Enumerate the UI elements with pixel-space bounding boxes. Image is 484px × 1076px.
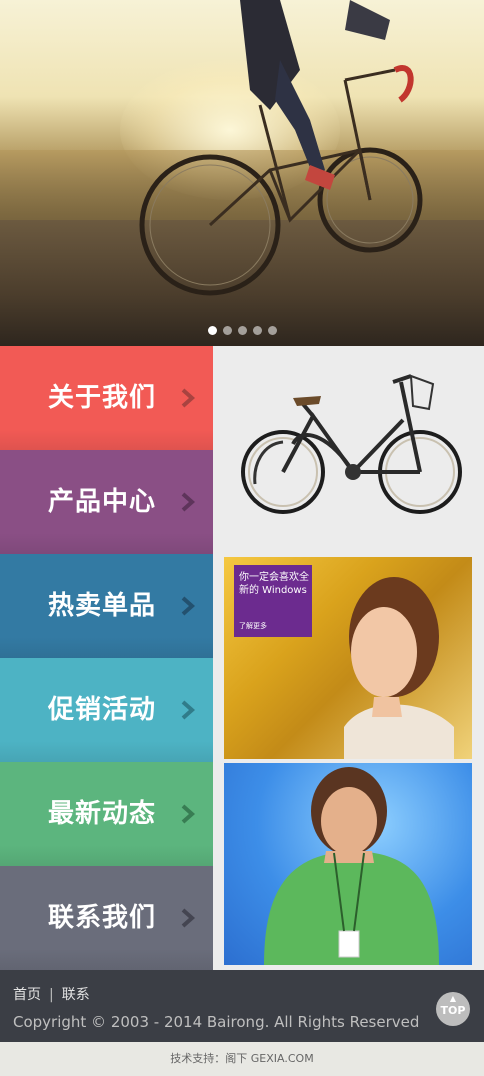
footer-separator: | <box>49 987 54 1003</box>
chevron-right-icon <box>181 700 196 720</box>
menu-item-news[interactable]: 最新动态 <box>0 762 213 866</box>
footer-link-contact[interactable]: 联系 <box>62 987 90 1003</box>
hero-cyclist-image <box>139 0 423 296</box>
copyright-text: Copyright © 2003 - 2014 Bairong. All Rig… <box>13 1013 420 1031</box>
chevron-right-icon <box>181 804 196 824</box>
chevron-right-icon <box>181 388 196 408</box>
menu-item-products[interactable]: 产品中心 <box>0 450 213 554</box>
chevron-right-icon <box>181 492 196 512</box>
bicycle-image <box>241 374 462 514</box>
slider-dot[interactable] <box>222 326 232 335</box>
menu-item-label: 最新动态 <box>48 799 157 829</box>
menu-item-hot-items[interactable]: 热卖单品 <box>0 554 213 658</box>
footer: 首页 | 联系 Copyright © 2003 - 2014 Bairong. A… <box>0 970 484 1042</box>
slider-dot[interactable] <box>267 326 277 335</box>
menu-item-label: 促销活动 <box>48 695 157 725</box>
main-menu: 关于我们 产品中心 热卖单品 促销活动 最新动态 联系我们 <box>0 346 213 970</box>
menu-item-contact[interactable]: 联系我们 <box>0 866 213 970</box>
footer-link-home[interactable]: 首页 <box>13 987 41 1003</box>
staff-photo-tile[interactable] <box>224 763 472 965</box>
chevron-right-icon <box>181 596 196 616</box>
menu-item-label: 热卖单品 <box>48 591 157 621</box>
up-arrow-icon: ▲ <box>449 994 457 1003</box>
menu-item-label: 联系我们 <box>48 903 157 933</box>
slider-dot[interactable] <box>237 326 247 335</box>
woman-photo <box>344 577 454 759</box>
footer-nav: 首页 | 联系 <box>13 984 90 1004</box>
menu-item-label: 产品中心 <box>48 487 157 517</box>
man-photo <box>264 767 439 965</box>
menu-item-promotions[interactable]: 促销活动 <box>0 658 213 762</box>
hero-slider[interactable] <box>0 0 484 346</box>
feature-tiles: 你一定会喜欢全新的 Windows 了解更多 <box>213 346 484 970</box>
windows-promo-tile[interactable]: 你一定会喜欢全新的 Windows 了解更多 <box>224 557 472 759</box>
chevron-right-icon <box>181 908 196 928</box>
bicycle-product-tile[interactable] <box>233 354 463 534</box>
slider-dot[interactable] <box>252 326 262 335</box>
menu-item-label: 关于我们 <box>48 383 157 413</box>
back-to-top-button[interactable]: ▲ TOP <box>436 992 470 1026</box>
menu-item-about[interactable]: 关于我们 <box>0 346 213 450</box>
tech-support-bar: 技术支持：阁下 GEXIA.COM <box>0 1042 484 1076</box>
slider-dots <box>0 326 484 335</box>
top-label: TOP <box>440 1004 466 1017</box>
slider-dot[interactable] <box>207 326 217 335</box>
page: 关于我们 产品中心 热卖单品 促销活动 最新动态 联系我们 你一定会喜欢全新的 … <box>0 0 484 1076</box>
